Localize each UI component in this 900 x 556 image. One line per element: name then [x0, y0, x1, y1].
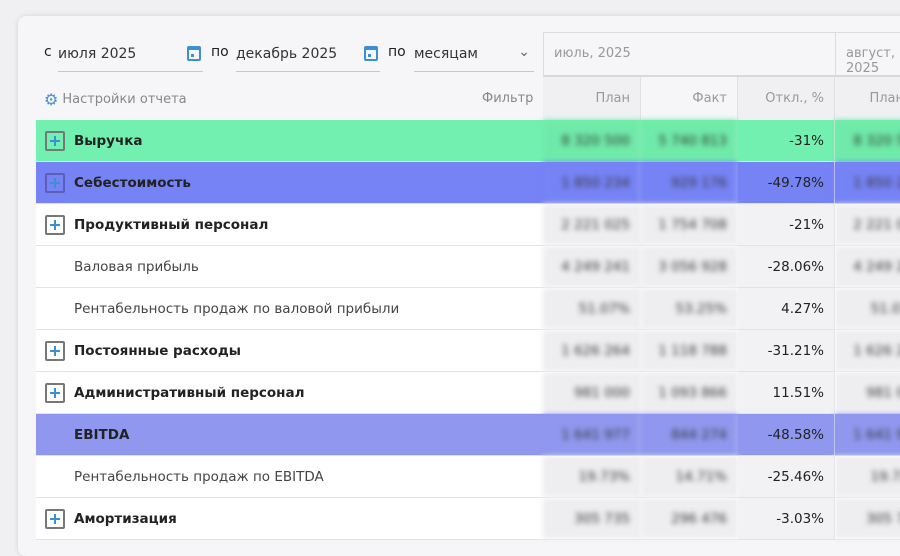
plan-cell: 1 641 977 — [835, 414, 900, 455]
fact-cell: 1 093 866 — [641, 372, 738, 413]
plan-cell: 305 735 — [835, 498, 900, 539]
deviation-cell: -25.46% — [738, 456, 835, 497]
deviation-cell: -49.78% — [738, 162, 835, 203]
col-fact: Факт — [641, 77, 738, 120]
fact-cell: 296 476 — [641, 498, 738, 539]
filter-button[interactable]: Фильтр — [482, 91, 533, 106]
deviation-cell: 11.51% — [738, 372, 835, 413]
plan-cell: 305 735 — [543, 498, 641, 539]
table-row[interactable]: Выручка8 320 5005 740 813-31%8 320 500 — [36, 120, 900, 162]
to-label: по — [211, 44, 229, 60]
plan-cell: 981 000 — [543, 372, 641, 413]
fact-cell: 14.71% — [641, 456, 738, 497]
fact-cell: 844 274 — [641, 414, 738, 455]
plan-cell: 4 249 241 — [543, 246, 641, 287]
expand-plus-icon[interactable] — [45, 215, 65, 235]
col-plan: План — [835, 77, 900, 120]
to-date-input[interactable]: декабрь 2025 — [236, 38, 380, 72]
fact-cell: 929 176 — [641, 162, 738, 203]
plan-cell: 981 000 — [835, 372, 900, 413]
grouping-value: месяцам — [414, 46, 478, 62]
expand-plus-icon[interactable] — [45, 341, 65, 361]
deviation-cell: -21% — [738, 204, 835, 245]
row-label: Постоянные расходы — [74, 343, 241, 359]
table-row[interactable]: Постоянные расходы 1 626 264 1 118 788 -31.… — [36, 330, 900, 372]
plan-cell: 2 221 025 — [835, 204, 900, 245]
row-label: Валовая прибыль — [74, 259, 199, 275]
table-row[interactable]: Себестоимость 1 850 234 929 176 -49.78% 1 85… — [36, 162, 900, 204]
month-header: август, 2025 — [835, 32, 900, 77]
table-row[interactable]: Административный персонал 981 000 1 093 86… — [36, 372, 900, 414]
plan-cell: 1 850 234 — [543, 162, 641, 203]
table-row[interactable]: EBITDA1 641 977844 274-48.58%1 641 977 — [36, 414, 900, 456]
from-label: с — [44, 44, 52, 60]
expand-plus-icon[interactable] — [45, 383, 65, 403]
plan-cell: 1 626 264 — [543, 330, 641, 371]
col-deviation: Откл., % — [738, 77, 835, 120]
row-label: Продуктивный персонал — [74, 217, 269, 233]
table-row[interactable]: Продуктивный персонал 2 221 025 1 754 708-… — [36, 204, 900, 246]
plan-cell: 51.07% — [835, 288, 900, 329]
row-label: Себестоимость — [74, 175, 191, 191]
row-label: Административный персонал — [74, 385, 305, 401]
table-row[interactable]: Рентабельность продаж по EBITDA 19.73% 14.… — [36, 456, 900, 498]
fact-cell: 3 056 928 — [641, 246, 738, 287]
deviation-cell: -48.58% — [738, 414, 835, 455]
col-plan: План — [543, 77, 641, 120]
expand-plus-icon[interactable] — [45, 131, 65, 151]
gear-icon: ⚙ — [44, 90, 59, 109]
row-label: Рентабельность продаж по EBITDA — [74, 469, 324, 485]
plan-cell: 1 850 234 — [835, 162, 900, 203]
calendar-icon[interactable] — [187, 46, 201, 61]
plan-cell: 8 320 500 — [543, 120, 641, 161]
fact-cell: 53.25% — [641, 288, 738, 329]
plan-cell: 8 320 500 — [835, 120, 900, 161]
calendar-icon[interactable] — [364, 46, 378, 61]
grouping-select[interactable]: месяцам ⌄ — [414, 38, 534, 72]
report-settings-label: Настройки отчета — [62, 92, 187, 107]
plan-cell: 19.73% — [543, 456, 641, 497]
from-date-input[interactable]: июля 2025 — [58, 38, 203, 72]
group-label: по — [388, 44, 406, 60]
report-settings-button[interactable]: ⚙ Настройки отчета — [44, 90, 187, 109]
deviation-cell: -31.21% — [738, 330, 835, 371]
fact-cell: 1 118 788 — [641, 330, 738, 371]
month-header: июль, 2025 — [543, 32, 836, 77]
row-label: Рентабельность продаж по валовой прибыли — [74, 301, 400, 317]
deviation-cell: -3.03% — [738, 498, 835, 539]
deviation-cell: -28.06% — [738, 246, 835, 287]
table-row[interactable]: Рентабельность продаж по валовой прибыли… — [36, 288, 900, 330]
plan-cell: 2 221 025 — [543, 204, 641, 245]
plan-cell: 1 641 977 — [543, 414, 641, 455]
plan-cell: 4 249 241 — [835, 246, 900, 287]
plan-cell: 51.07% — [543, 288, 641, 329]
expand-plus-icon[interactable] — [45, 173, 65, 193]
row-label: Выручка — [74, 133, 143, 149]
row-label: EBITDA — [74, 427, 130, 443]
chevron-down-icon: ⌄ — [518, 44, 530, 60]
expand-plus-icon[interactable] — [45, 509, 65, 529]
deviation-cell: -31% — [738, 120, 835, 161]
table-row[interactable]: Амортизация305 735296 476-3.03%305 735 — [36, 498, 900, 540]
fact-cell: 5 740 813 — [641, 120, 738, 161]
plan-cell: 1 626 264 — [835, 330, 900, 371]
table-row[interactable]: Валовая прибыль 4 249 241 3 056 928 -28.06%… — [36, 246, 900, 288]
plan-cell: 19.73% — [835, 456, 900, 497]
row-label: Амортизация — [74, 511, 177, 527]
deviation-cell: 4.27% — [738, 288, 835, 329]
fact-cell: 1 754 708 — [641, 204, 738, 245]
